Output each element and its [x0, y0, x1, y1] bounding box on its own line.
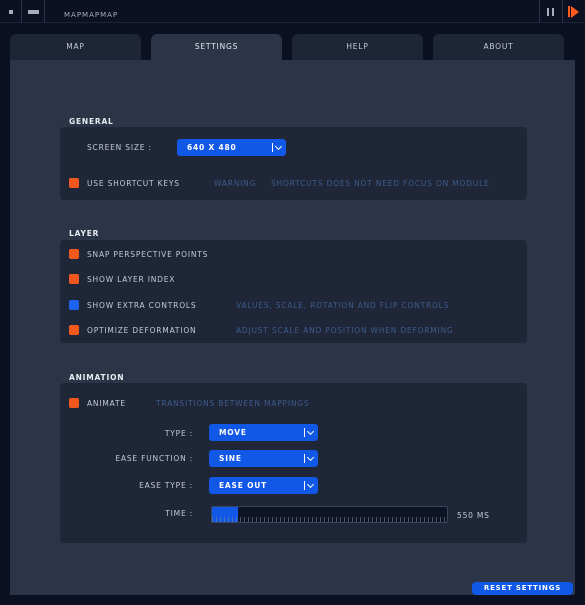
- general-panel: [60, 127, 527, 200]
- play-button[interactable]: [562, 0, 584, 23]
- time-value: 550 MS: [457, 511, 490, 520]
- time-slider-ticks: [212, 517, 447, 522]
- square-icon: [8, 9, 13, 14]
- chevron-down-icon: [304, 452, 316, 465]
- animation-section-title: ANIMATION: [69, 373, 125, 382]
- screen-size-value: 640 X 480: [187, 143, 237, 152]
- pause-icon: [547, 7, 554, 16]
- type-select[interactable]: MOVE: [209, 424, 318, 441]
- show-layer-index-label: SHOW LAYER INDEX: [87, 274, 176, 284]
- play-icon: [568, 5, 579, 18]
- pause-button[interactable]: [539, 0, 561, 23]
- screen-size-label: SCREEN SIZE :: [87, 143, 152, 152]
- show-layer-index-row: SHOW LAYER INDEX: [69, 273, 175, 285]
- ease-type-select[interactable]: EASE OUT: [209, 477, 318, 494]
- ease-type-label: EASE TYPE :: [139, 481, 193, 490]
- shortcut-warning-hint: WARNING: [214, 179, 257, 188]
- animate-label: ANIMATE: [87, 398, 126, 408]
- app-title: MAPMAPMAP: [64, 11, 119, 19]
- chevron-down-icon: [304, 479, 316, 492]
- shortcut-keys-row: USE SHORTCUT KEYS: [69, 177, 180, 189]
- optimize-deformation-hint: ADJUST SCALE AND POSITION WHEN DEFORMING: [236, 326, 454, 335]
- optimize-deformation-row: OPTIMIZE DEFORMATION: [69, 324, 196, 336]
- general-section-title: GENERAL: [69, 117, 114, 126]
- show-extra-controls-checkbox[interactable]: [69, 300, 79, 310]
- ease-type-value: EASE OUT: [219, 481, 268, 490]
- title-bar: MAPMAPMAP: [0, 0, 585, 23]
- animate-hint: TRANSITIONS BETWEEN MAPPINGS: [156, 399, 310, 408]
- tab-settings[interactable]: SETTINGS: [151, 34, 282, 60]
- type-value: MOVE: [219, 428, 247, 437]
- shortcut-keys-checkbox[interactable]: [69, 178, 79, 188]
- ease-function-select[interactable]: SINE: [209, 450, 318, 467]
- layer-section-title: LAYER: [69, 229, 100, 238]
- time-slider[interactable]: [211, 506, 448, 523]
- shortcut-hint-text: SHORTCUTS DOES NOT NEED FOCUS ON MODULE: [271, 179, 490, 188]
- snap-perspective-label: SNAP PERSPECTIVE POINTS: [87, 249, 209, 259]
- ease-function-value: SINE: [219, 454, 242, 463]
- chevron-down-icon: [304, 426, 316, 439]
- reset-settings-button[interactable]: RESET SETTINGS: [472, 582, 573, 595]
- animate-row: ANIMATE: [69, 397, 126, 409]
- time-label: TIME :: [165, 509, 193, 518]
- chevron-down-icon: [272, 141, 284, 154]
- type-label: TYPE :: [164, 429, 193, 438]
- snap-perspective-checkbox[interactable]: [69, 249, 79, 259]
- show-extra-controls-label: SHOW EXTRA CONTROLS: [87, 300, 197, 310]
- optimize-deformation-label: OPTIMIZE DEFORMATION: [87, 325, 197, 335]
- snap-perspective-row: SNAP PERSPECTIVE POINTS: [69, 248, 208, 260]
- show-layer-index-checkbox[interactable]: [69, 274, 79, 284]
- show-extra-controls-hint: VALUES, SCALE, ROTATION AND FLIP CONTROL…: [236, 301, 450, 310]
- animate-checkbox[interactable]: [69, 398, 79, 408]
- screen-size-select[interactable]: 640 X 480: [177, 139, 286, 156]
- ease-function-label: EASE FUNCTION :: [115, 454, 193, 463]
- window-square-button[interactable]: [0, 0, 22, 23]
- minimize-icon: [28, 9, 39, 14]
- tab-about[interactable]: ABOUT: [433, 34, 564, 60]
- show-extra-controls-row: SHOW EXTRA CONTROLS: [69, 299, 196, 311]
- tab-help[interactable]: HELP: [292, 34, 423, 60]
- optimize-deformation-checkbox[interactable]: [69, 325, 79, 335]
- shortcut-keys-label: USE SHORTCUT KEYS: [87, 178, 180, 188]
- tab-map[interactable]: MAP: [10, 34, 141, 60]
- window-minimize-button[interactable]: [23, 0, 45, 23]
